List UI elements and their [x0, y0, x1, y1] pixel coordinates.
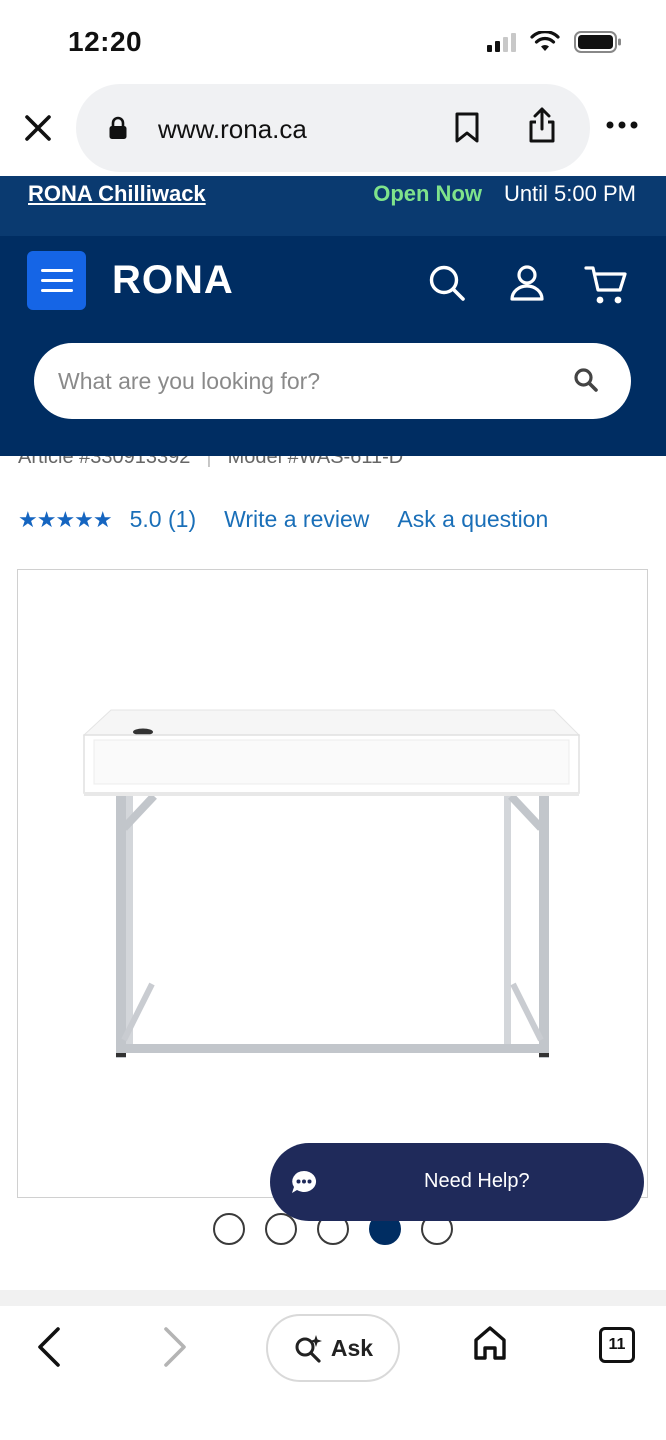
status-bar: 12:20 [0, 0, 666, 84]
search-submit-icon[interactable] [573, 367, 599, 393]
carousel-dot[interactable] [265, 1213, 297, 1245]
search-input[interactable] [58, 357, 558, 405]
divider [0, 1290, 666, 1306]
browser-bottom-toolbar: Ask 11 [0, 1306, 666, 1440]
desk-illustration [82, 709, 581, 1058]
need-help-chat-button[interactable]: Need Help? [270, 1143, 644, 1221]
rating-stars-icon: ★★★★★ [18, 506, 113, 532]
home-icon[interactable] [472, 1324, 508, 1362]
rating-value[interactable]: 5.0 (1) [130, 506, 196, 533]
store-open-status: Open Now [373, 181, 482, 206]
more-options-icon[interactable] [606, 120, 638, 130]
chat-icon [292, 1170, 317, 1193]
share-icon[interactable] [526, 106, 558, 144]
store-hours: Until 5:00 PM [503, 181, 636, 206]
ask-label: Ask [330, 1334, 374, 1361]
rona-logo[interactable]: RONA [112, 258, 234, 303]
battery-icon [574, 31, 621, 53]
search-icon[interactable] [428, 264, 466, 302]
browser-address-bar: www.rona.ca [0, 84, 666, 176]
close-button[interactable] [18, 108, 58, 148]
store-name-link[interactable]: RONA Chilliwack [28, 181, 206, 207]
store-info-bar: RONA Chilliwack Open Now Until 5:00 PM [0, 176, 666, 236]
carousel-dot[interactable] [213, 1213, 245, 1245]
back-arrow-icon[interactable] [34, 1326, 64, 1368]
product-image[interactable] [17, 569, 648, 1198]
need-help-label: Need Help? [424, 1170, 530, 1192]
bookmark-icon[interactable] [454, 112, 480, 144]
url-text: www.rona.ca [158, 114, 307, 144]
wifi-icon [530, 31, 560, 51]
rating-row: ★★★★★ 5.0 (1) Write a review Ask a quest… [18, 506, 576, 533]
status-icons [487, 30, 622, 54]
url-field[interactable]: www.rona.ca [76, 84, 590, 172]
menu-button[interactable] [27, 251, 86, 310]
forward-arrow-icon[interactable] [160, 1326, 190, 1368]
ask-sparkle-search-icon [295, 1335, 322, 1363]
cart-icon[interactable] [584, 264, 628, 306]
cellular-signal-icon [487, 32, 516, 52]
search-box [34, 343, 631, 419]
write-review-link[interactable]: Write a review [224, 506, 369, 533]
ask-button[interactable]: Ask [266, 1314, 400, 1382]
site-header: RONA [0, 236, 666, 456]
lock-icon [109, 116, 127, 139]
status-time: 12:20 [68, 26, 143, 57]
account-icon[interactable] [508, 264, 546, 302]
tabs-button[interactable]: 11 [599, 1327, 635, 1363]
ask-question-link[interactable]: Ask a question [397, 506, 548, 533]
close-icon [25, 115, 51, 141]
